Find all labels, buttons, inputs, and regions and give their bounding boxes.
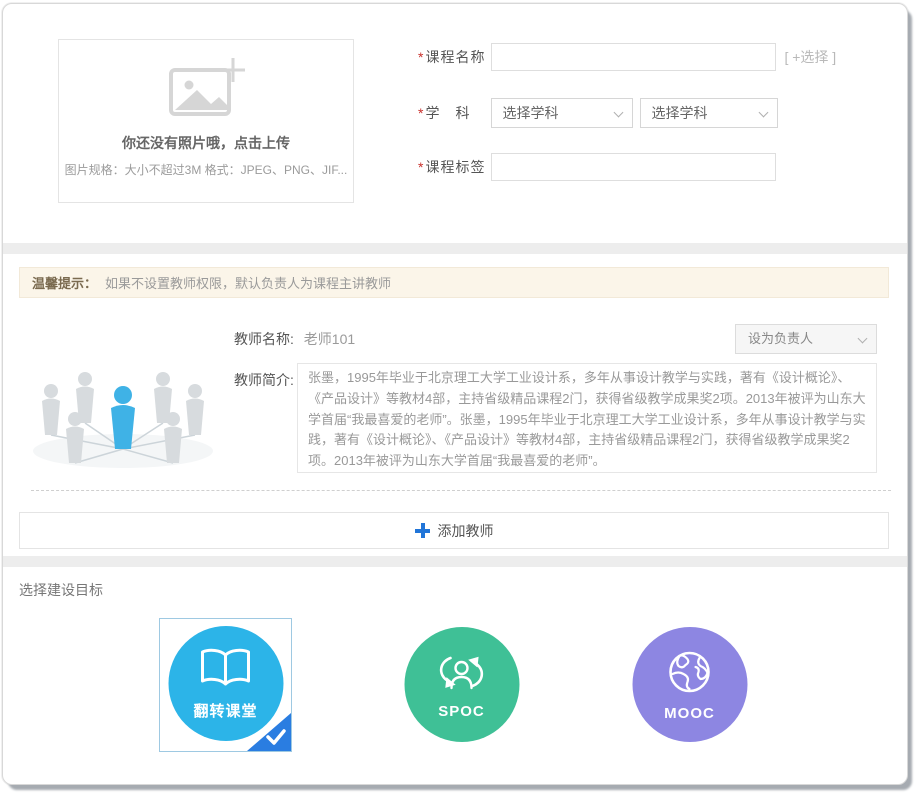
goal-option-flipped-classroom[interactable]: 翻转课堂 (159, 618, 292, 752)
course-tag-label: 课程标签 (425, 157, 487, 177)
add-teacher-button[interactable]: 添加教师 (19, 512, 889, 549)
warm-tip-banner: 温馨提示： 如果不设置教师权限，默认负责人为课程主讲教师 (19, 267, 889, 298)
subject-label: 学 科 (425, 103, 487, 123)
plus-icon (415, 523, 430, 538)
goal-option-label: SPOC (438, 703, 485, 720)
course-name-label: 课程名称 (425, 47, 487, 67)
open-book-icon (198, 647, 254, 696)
section-divider (3, 556, 907, 567)
required-mark: * (418, 105, 423, 121)
teacher-role-select[interactable]: 设为负责人 (735, 324, 877, 354)
goal-option-mooc[interactable]: MOOC (623, 622, 756, 756)
upload-empty-text: 你还没有照片哦，点击上传 (59, 133, 353, 153)
dashed-divider (31, 490, 891, 491)
required-mark: * (418, 49, 423, 65)
subject-select-1[interactable]: 选择学科 (491, 98, 633, 128)
course-name-pick-link[interactable]: [ +选择 ] (784, 47, 836, 67)
add-teacher-label: 添加教师 (438, 521, 494, 541)
subject-select-2-value: 选择学科 (651, 105, 707, 121)
goal-option-label: 翻转课堂 (193, 700, 257, 721)
goal-section-label: 选择建设目标 (19, 580, 103, 600)
upload-spec-text: 图片规格：大小不超过3M 格式：JPEG、PNG、JIF... (59, 161, 353, 178)
course-tag-input[interactable] (491, 153, 776, 181)
tip-title: 温馨提示： (32, 273, 97, 292)
teacher-name-label: 教师名称: (234, 331, 294, 347)
image-plus-icon (59, 58, 353, 125)
required-mark: * (418, 159, 423, 175)
globe-icon (666, 648, 714, 701)
sync-person-icon (435, 650, 489, 699)
chevron-down-icon (759, 108, 769, 118)
tip-text: 如果不设置教师权限，默认负责人为课程主讲教师 (105, 273, 391, 292)
teacher-network-illustration (23, 339, 221, 475)
subject-select-1-value: 选择学科 (502, 105, 558, 121)
teacher-name-value: 老师101 (304, 331, 355, 347)
goal-option-spoc[interactable]: SPOC (395, 622, 528, 756)
teacher-intro-label: 教师简介: (234, 370, 294, 390)
section-divider (3, 243, 907, 254)
cover-upload-box[interactable]: 你还没有照片哦，点击上传 图片规格：大小不超过3M 格式：JPEG、PNG、JI… (58, 39, 354, 203)
course-name-input[interactable] (491, 43, 776, 71)
course-edit-panel: 你还没有照片哦，点击上传 图片规格：大小不超过3M 格式：JPEG、PNG、JI… (2, 3, 908, 785)
check-icon (265, 728, 287, 746)
teacher-intro-textarea[interactable]: 张墨，1995年毕业于北京理工大学工业设计系，多年从事设计教学与实践，著有《设计… (297, 363, 877, 473)
goal-option-label: MOOC (664, 705, 715, 722)
chevron-down-icon (614, 108, 624, 118)
teacher-role-select-value: 设为负责人 (748, 331, 813, 346)
subject-select-2[interactable]: 选择学科 (640, 98, 778, 128)
chevron-down-icon (858, 334, 868, 344)
